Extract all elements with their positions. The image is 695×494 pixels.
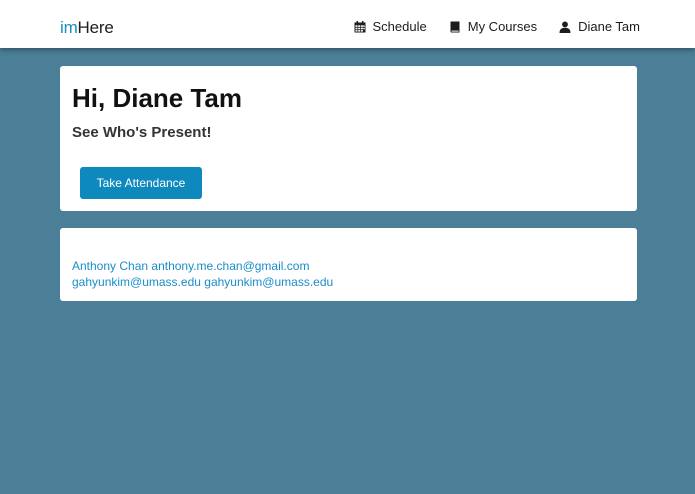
nav-my-courses-link[interactable]: My Courses	[449, 18, 537, 36]
top-navbar: imHere Schedule My Courses Diane Tam	[0, 0, 695, 48]
calendar-icon	[354, 21, 366, 33]
brand-logo[interactable]: imHere	[60, 17, 114, 39]
student-email: gahyunkim@umass.edu	[204, 275, 334, 289]
student-name: Anthony Chan	[72, 259, 149, 273]
welcome-card: Hi, Diane Tam See Who's Present! Take At…	[60, 66, 637, 211]
nav-my-courses-label: My Courses	[467, 19, 538, 34]
brand-prefix: im	[60, 18, 78, 37]
nav-links: Schedule My Courses Diane Tam	[354, 18, 640, 36]
page-subtitle: See Who's Present!	[72, 124, 212, 141]
brand-rest: Here	[77, 18, 114, 37]
take-attendance-button[interactable]: Take Attendance	[80, 167, 202, 199]
student-email: anthony.me.chan@gmail.com	[151, 259, 310, 273]
student-name: gahyunkim@umass.edu	[72, 275, 201, 289]
student-list-item[interactable]: gahyunkim@umass.edu gahyunkim@umass.edu	[72, 274, 333, 290]
student-list-card: Anthony Chan anthony.me.chan@gmail.com g…	[60, 228, 637, 301]
page-title: Hi, Diane Tam	[72, 83, 243, 113]
user-icon	[559, 21, 571, 33]
nav-user-label: Diane Tam	[578, 19, 640, 34]
nav-schedule-label: Schedule	[372, 19, 427, 34]
nav-schedule-link[interactable]: Schedule	[354, 18, 427, 36]
student-list-item[interactable]: Anthony Chan anthony.me.chan@gmail.com	[72, 258, 333, 274]
student-list: Anthony Chan anthony.me.chan@gmail.com g…	[72, 258, 333, 290]
book-icon	[449, 21, 461, 33]
nav-user-link[interactable]: Diane Tam	[559, 18, 640, 36]
